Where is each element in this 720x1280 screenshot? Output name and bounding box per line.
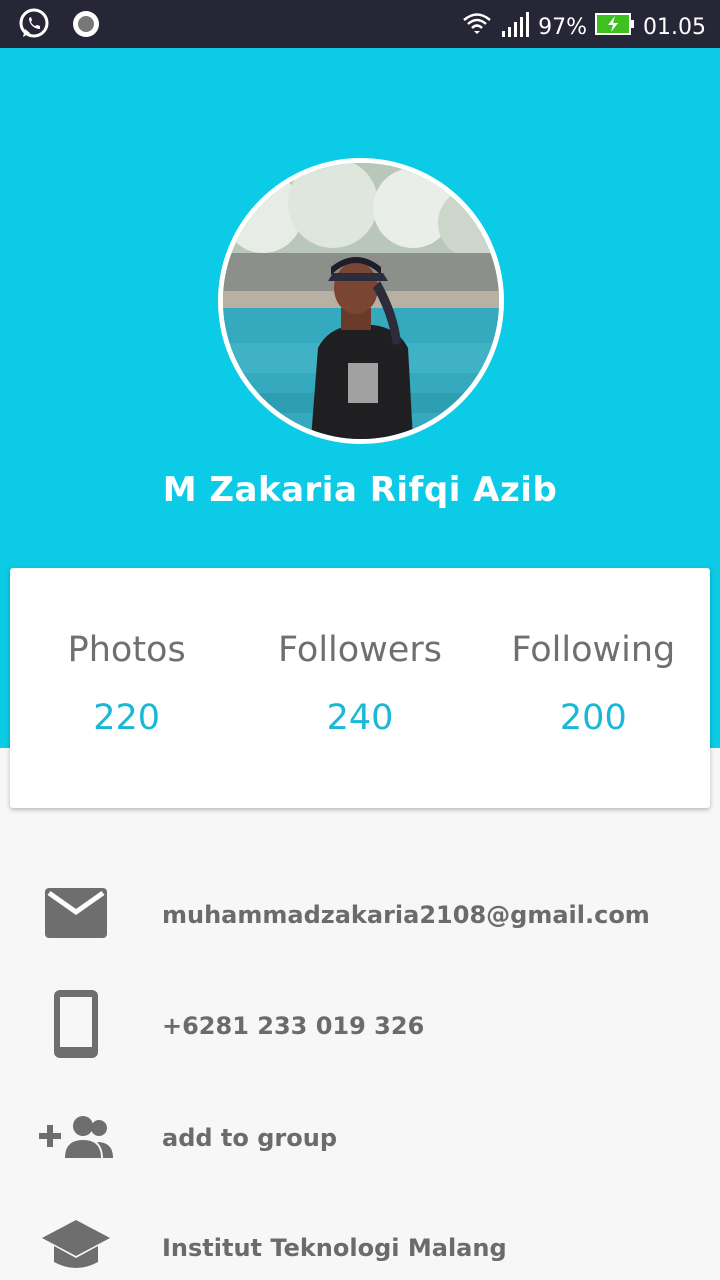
- battery-icon: [595, 12, 635, 43]
- stat-value: 220: [93, 698, 161, 738]
- wifi-icon: [462, 9, 492, 46]
- stat-following[interactable]: Following 200: [477, 568, 710, 808]
- phone-row[interactable]: +6281 233 019 326: [0, 986, 720, 1066]
- stat-label: Photos: [67, 630, 186, 670]
- stat-value: 200: [559, 698, 627, 738]
- stat-label: Followers: [278, 630, 442, 670]
- add-group-text: add to group: [162, 1124, 337, 1152]
- record-icon: [70, 8, 102, 45]
- clock: 01.05: [643, 15, 706, 40]
- stats-card: Photos 220 Followers 240 Following 200: [10, 568, 710, 808]
- battery-percent: 97%: [538, 15, 588, 40]
- education-row[interactable]: Institut Teknologi Malang: [0, 1208, 720, 1280]
- email-icon: [45, 887, 107, 943]
- whatsapp-icon: [18, 8, 50, 45]
- add-group-row[interactable]: add to group: [0, 1098, 720, 1178]
- stat-value: 240: [326, 698, 394, 738]
- profile-name: M Zakaria Rifqi Azib: [162, 470, 558, 510]
- signal-icon: [500, 9, 530, 46]
- email-text: muhammadzakaria2108@gmail.com: [162, 901, 650, 929]
- add-group-icon: [39, 1114, 113, 1163]
- email-row[interactable]: muhammadzakaria2108@gmail.com: [0, 875, 720, 955]
- phone-text: +6281 233 019 326: [162, 1012, 425, 1040]
- profile-avatar[interactable]: [218, 158, 504, 444]
- status-bar: 97% 01.05: [0, 0, 720, 48]
- stat-photos[interactable]: Photos 220: [10, 568, 243, 808]
- stat-followers[interactable]: Followers 240: [243, 568, 476, 808]
- phone-icon: [54, 989, 98, 1063]
- graduation-cap-icon: [42, 1218, 110, 1279]
- school-text: Institut Teknologi Malang: [162, 1234, 507, 1262]
- stat-label: Following: [511, 630, 676, 670]
